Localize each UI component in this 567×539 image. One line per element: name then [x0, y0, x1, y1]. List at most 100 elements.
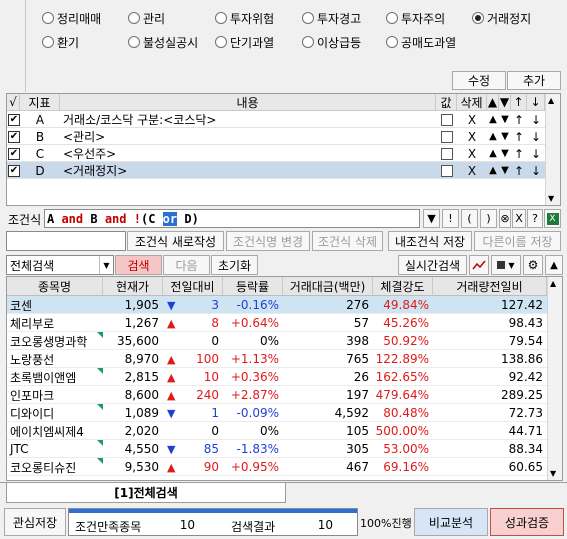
display-option-icon[interactable]: ▼	[491, 255, 521, 275]
move-bottom-icon[interactable]: ▼	[499, 128, 511, 145]
stock-name[interactable]: 체리부로	[7, 314, 103, 332]
move-down-icon[interactable]: ↓	[527, 145, 545, 162]
filter-option[interactable]: 공매도과열	[386, 33, 456, 51]
radio-button[interactable]	[128, 12, 140, 24]
radio-button[interactable]	[128, 36, 140, 48]
stock-name[interactable]: 에이치엠씨제4	[7, 422, 103, 440]
formula-input[interactable]: A and B and !(C or D)	[44, 209, 420, 228]
table-row[interactable]: 체리부로 1,267 ▲ 8 +0.64% 57 45.26% 98.43	[7, 314, 547, 332]
value-checkbox[interactable]	[436, 162, 457, 179]
col-strength-header[interactable]: 체결강도	[373, 277, 433, 296]
move-top-icon[interactable]: ▲	[487, 162, 499, 179]
search-button[interactable]: 검색	[115, 255, 162, 275]
filter-option[interactable]: 이상급등	[302, 33, 361, 51]
stock-name[interactable]: 초록뱀이앤엠	[7, 368, 103, 386]
modify-button[interactable]: 수정	[452, 71, 506, 90]
condition-checkbox[interactable]: ✔	[8, 111, 20, 128]
table-row[interactable]: 노랑풍선 8,970 ▲ 100 +1.13% 765 122.89% 138.86	[7, 350, 547, 368]
condition-checkbox[interactable]: ✔	[8, 145, 20, 162]
filter-option[interactable]: 거래정지	[472, 9, 531, 27]
move-up-icon[interactable]: ↑	[511, 111, 527, 128]
table-row[interactable]: 인포마크 8,600 ▲ 240 +2.87% 197 479.64% 289.25	[7, 386, 547, 404]
condition-checkbox[interactable]: ✔	[8, 128, 20, 145]
delete-condition-button[interactable]: 조건식 삭제	[312, 231, 383, 251]
chart-icon[interactable]	[469, 255, 489, 275]
save-as-button[interactable]: 다른이름 저장	[474, 231, 561, 251]
condition-row[interactable]: ✔ D <거래정지> X ▲ ▼ ↑ ↓	[7, 162, 545, 179]
stock-name[interactable]: 인포마크	[7, 386, 103, 404]
chevron-down-icon[interactable]: ▼	[99, 256, 113, 274]
reset-button[interactable]: 초기화	[211, 255, 258, 275]
delete-condition-icon[interactable]: X	[457, 128, 487, 145]
table-row[interactable]: JTC 4,550 ▼ 85 -1.83% 305 53.00% 88.34	[7, 440, 547, 458]
filter-option[interactable]: 관리	[128, 9, 165, 27]
rename-condition-button[interactable]: 조건식명 변경	[226, 231, 310, 251]
xor-icon[interactable]: ⊗	[499, 209, 511, 228]
tab-all-search[interactable]: [1]전체검색	[6, 483, 286, 503]
realtime-search-button[interactable]: 실시간검색	[398, 255, 467, 275]
move-bottom-icon[interactable]: ▼	[499, 111, 511, 128]
condition-row[interactable]: ✔ C <우선주> X ▲ ▼ ↑ ↓	[7, 145, 545, 162]
condition-checkbox[interactable]: ✔	[8, 162, 20, 179]
col-change-header[interactable]: 전일대비	[163, 277, 223, 296]
move-down-icon[interactable]: ↓	[527, 162, 545, 179]
filter-option[interactable]: 투자주의	[386, 9, 445, 27]
filter-option[interactable]: 단기과열	[215, 33, 274, 51]
table-row[interactable]: 디와이디 1,089 ▼ 1 -0.09% 4,592 80.48% 72.73	[7, 404, 547, 422]
scroll-down-icon[interactable]: ▼	[550, 469, 556, 478]
col-amount-header[interactable]: 거래대금(백만)	[283, 277, 373, 296]
filter-option[interactable]: 투자위험	[215, 9, 274, 27]
table-row[interactable]: 코오롱생명과학 35,600 0 0% 398 50.92% 79.54	[7, 332, 547, 350]
close-paren-button[interactable]: )	[480, 209, 497, 228]
move-down-icon[interactable]: ↓	[527, 111, 545, 128]
table-row[interactable]: 코센 1,905 ▼ 3 -0.16% 276 49.84% 127.42	[7, 296, 547, 314]
scroll-up-icon[interactable]: ▲	[550, 279, 556, 288]
stock-name[interactable]: 노랑풍선	[7, 350, 103, 368]
scroll-down-icon[interactable]: ▼	[548, 194, 554, 203]
grid-scrollbar[interactable]: ▲ ▼	[545, 94, 560, 205]
gear-icon[interactable]: ⚙	[523, 255, 543, 275]
radio-button[interactable]	[302, 12, 314, 24]
results-scrollbar[interactable]: ▲ ▼	[547, 277, 562, 480]
col-price-header[interactable]: 현재가	[103, 277, 163, 296]
radio-button[interactable]	[302, 36, 314, 48]
filter-option[interactable]: 정리매매	[42, 9, 101, 27]
verify-performance-button[interactable]: 성과검증	[490, 508, 564, 536]
filter-option[interactable]: 환기	[42, 33, 79, 51]
radio-button[interactable]	[215, 12, 227, 24]
move-bottom-icon[interactable]: ▼	[499, 162, 511, 179]
stock-name[interactable]: 디와이디	[7, 404, 103, 422]
not-operator-button[interactable]: !	[442, 209, 459, 228]
move-up-icon[interactable]: ↑	[511, 145, 527, 162]
next-button[interactable]: 다음	[163, 255, 210, 275]
move-down-icon[interactable]: ↓	[527, 128, 545, 145]
move-top-icon[interactable]: ▲	[487, 128, 499, 145]
stock-name[interactable]: 코센	[7, 296, 103, 314]
stock-name[interactable]: JTC	[7, 440, 103, 458]
delete-condition-icon[interactable]: X	[457, 162, 487, 179]
move-top-icon[interactable]: ▲	[487, 145, 499, 162]
help-icon[interactable]: ?	[527, 209, 543, 228]
condition-row[interactable]: ✔ B <관리> X ▲ ▼ ↑ ↓	[7, 128, 545, 145]
radio-button[interactable]	[472, 12, 484, 24]
filter-option[interactable]: 불성실공시	[128, 33, 198, 51]
move-bottom-icon[interactable]: ▼	[499, 145, 511, 162]
radio-button[interactable]	[215, 36, 227, 48]
move-up-icon[interactable]: ↑	[511, 162, 527, 179]
col-volratio-header[interactable]: 거래량전일비	[433, 277, 547, 296]
scroll-up-icon[interactable]: ▲	[548, 96, 554, 105]
table-row[interactable]: 코오롱티슈진 9,530 ▲ 90 +0.95% 467 69.16% 60.65	[7, 458, 547, 476]
search-type-select[interactable]: 전체검색 ▼	[6, 255, 114, 275]
save-interest-button[interactable]: 관심저장	[4, 508, 66, 536]
radio-button[interactable]	[386, 12, 398, 24]
radio-button[interactable]	[42, 12, 54, 24]
add-button[interactable]: 추가	[507, 71, 561, 90]
value-checkbox[interactable]	[436, 111, 457, 128]
move-up-icon[interactable]: ↑	[511, 128, 527, 145]
filter-option[interactable]: 투자경고	[302, 9, 361, 27]
radio-button[interactable]	[42, 36, 54, 48]
collapse-up-icon[interactable]: ▲	[545, 255, 563, 275]
open-paren-button[interactable]: (	[461, 209, 478, 228]
stock-name[interactable]: 코오롱티슈진	[7, 458, 103, 476]
condition-name-input[interactable]	[6, 231, 126, 251]
